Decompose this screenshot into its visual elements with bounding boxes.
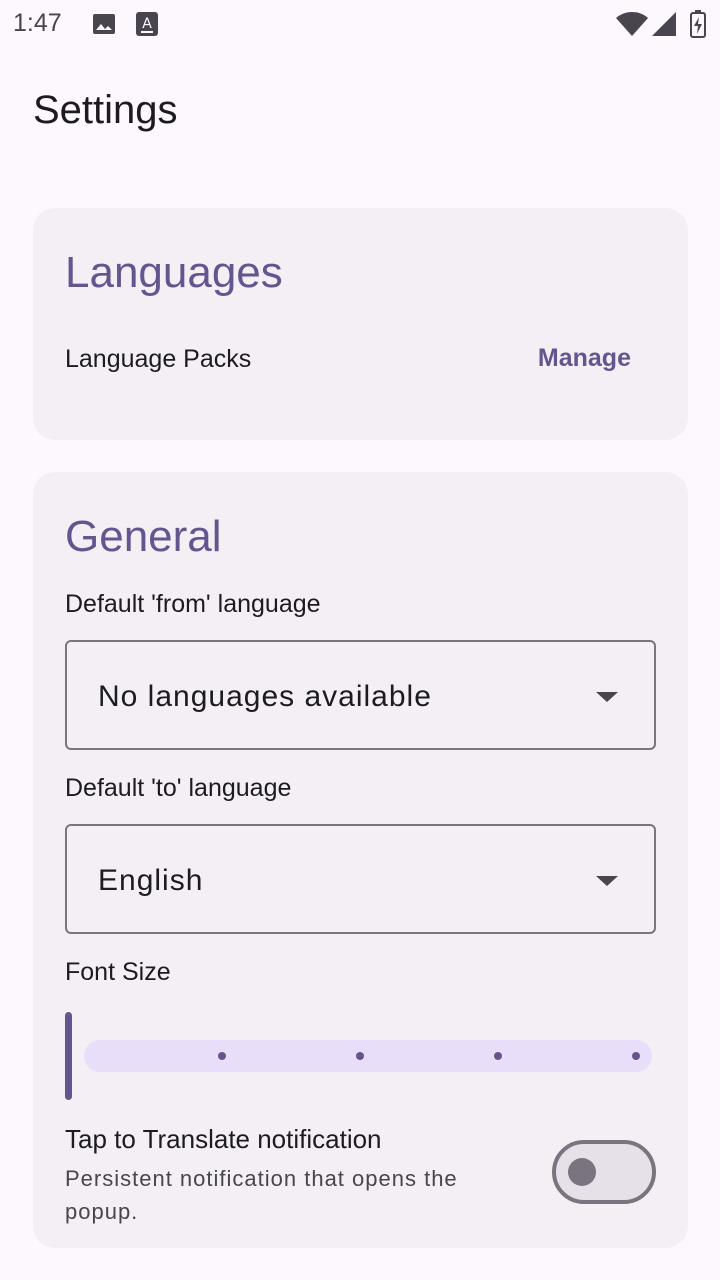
language-packs-label: Language Packs bbox=[65, 345, 252, 373]
page-title: Settings bbox=[33, 88, 178, 132]
slider-tick bbox=[356, 1052, 364, 1060]
wifi-icon bbox=[616, 12, 648, 41]
font-size-label: Font Size bbox=[65, 958, 171, 986]
dropdown-arrow-icon bbox=[596, 692, 618, 702]
image-icon bbox=[92, 12, 116, 41]
slider-tick bbox=[494, 1052, 502, 1060]
to-language-label: Default 'to' language bbox=[65, 774, 292, 802]
from-language-label: Default 'from' language bbox=[65, 590, 321, 618]
from-language-value: No languages available bbox=[98, 680, 432, 713]
svg-text:A: A bbox=[142, 16, 152, 32]
font-size-slider[interactable] bbox=[65, 1012, 656, 1100]
keyboard-a-icon: A bbox=[136, 12, 158, 41]
languages-title: Languages bbox=[65, 248, 283, 297]
to-language-value: English bbox=[98, 864, 204, 897]
languages-card: Languages Language Packs Manage bbox=[33, 208, 688, 440]
switch-knob bbox=[568, 1158, 596, 1186]
tap-to-translate-title: Tap to Translate notification bbox=[65, 1124, 382, 1154]
from-language-dropdown[interactable]: No languages available bbox=[65, 640, 656, 750]
general-title: General bbox=[65, 512, 222, 561]
battery-charging-icon bbox=[690, 10, 706, 43]
slider-thumb[interactable] bbox=[65, 1012, 72, 1100]
status-bar: 1:47 A bbox=[0, 0, 720, 50]
manage-button[interactable]: Manage bbox=[538, 344, 631, 373]
slider-track[interactable] bbox=[84, 1040, 652, 1072]
to-language-dropdown[interactable]: English bbox=[65, 824, 656, 934]
tap-to-translate-subtitle: Persistent notification that opens the p… bbox=[65, 1166, 458, 1224]
tap-to-translate-switch[interactable] bbox=[552, 1140, 656, 1204]
slider-tick bbox=[632, 1052, 640, 1060]
slider-tick bbox=[218, 1052, 226, 1060]
status-time: 1:47 bbox=[13, 9, 62, 37]
general-card: General Default 'from' language No langu… bbox=[33, 472, 688, 1248]
signal-icon bbox=[652, 12, 676, 41]
dropdown-arrow-icon bbox=[596, 876, 618, 886]
